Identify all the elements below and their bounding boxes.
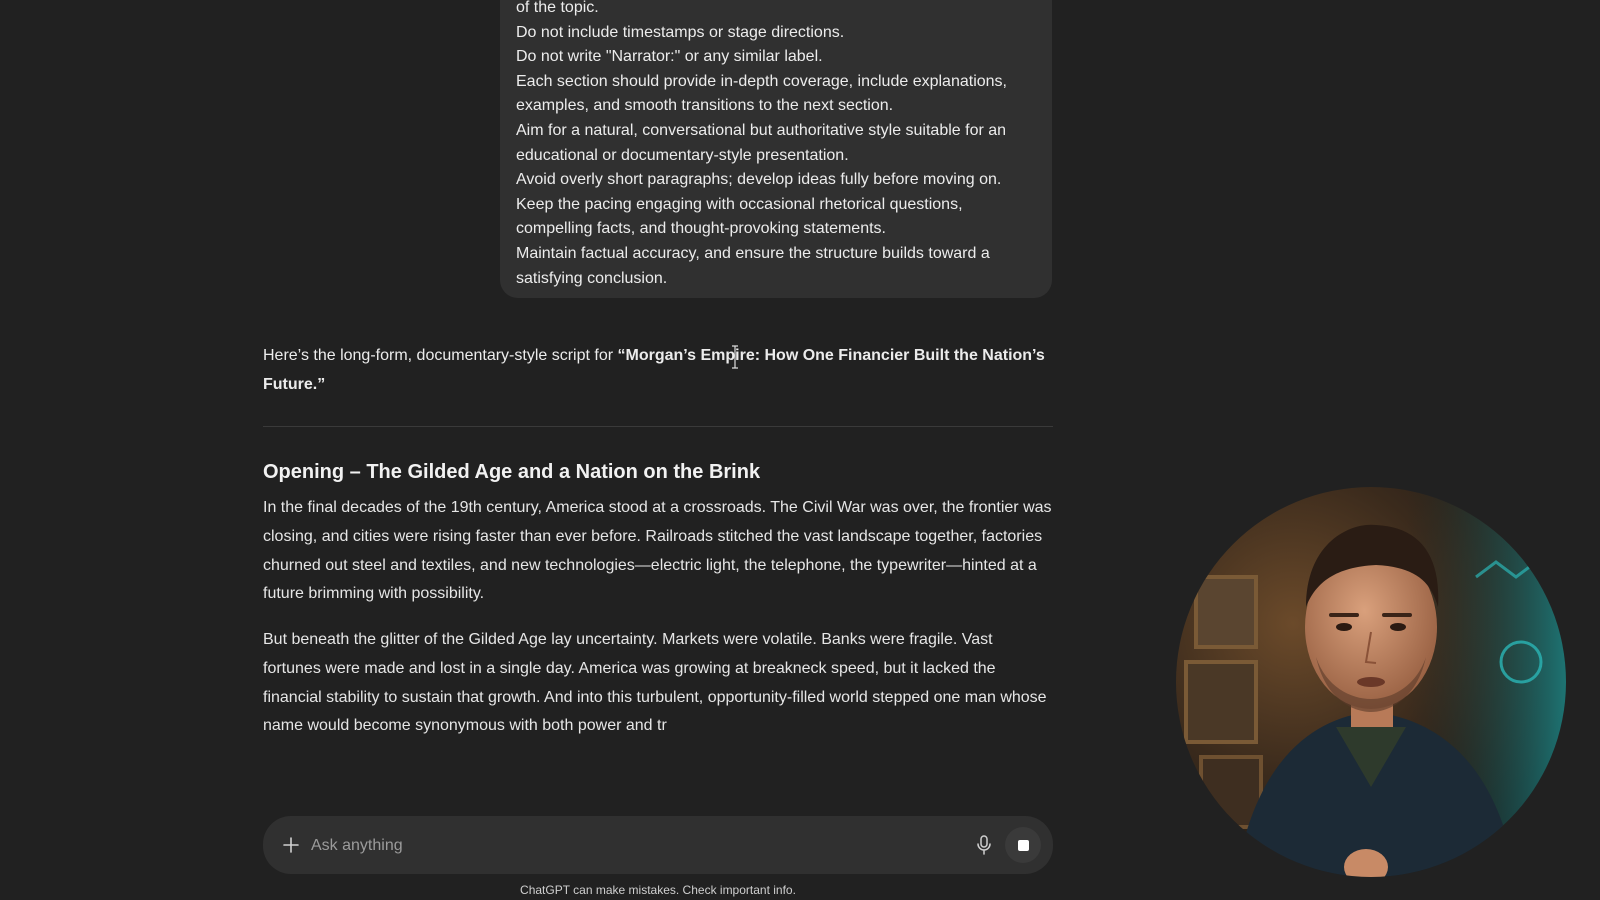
text-cursor-icon bbox=[732, 345, 738, 369]
user-message-line: examples, and smooth transitions to the … bbox=[516, 97, 894, 115]
intro-prefix: Here’s the long-form, documentary-style … bbox=[263, 347, 618, 364]
user-message-line: satisfying conclusion. bbox=[516, 269, 668, 287]
user-message-text: of the topic. Do not include timestamps o… bbox=[516, 0, 1036, 291]
section-heading: Opening – The Gilded Age and a Nation on… bbox=[263, 461, 761, 483]
user-message-bubble: of the topic. Do not include timestamps o… bbox=[500, 0, 1052, 298]
composer bbox=[263, 816, 1053, 874]
user-message-line: educational or documentary-style present… bbox=[516, 146, 849, 164]
user-message-line: of the topic. bbox=[516, 0, 599, 16]
user-message-line: Each section should provide in-depth cov… bbox=[516, 72, 1007, 90]
stop-generating-button[interactable] bbox=[1005, 827, 1041, 863]
paragraph-1: In the final decades of the 19th century… bbox=[263, 499, 1052, 603]
prompt-input[interactable] bbox=[309, 830, 913, 862]
section-divider bbox=[263, 426, 1053, 427]
user-message-line: Do not include timestamps or stage direc… bbox=[516, 23, 845, 41]
disclaimer-text: ChatGPT can make mistakes. Check importa… bbox=[520, 883, 796, 897]
user-message-line: Maintain factual accuracy, and ensure th… bbox=[516, 244, 990, 262]
chat-page: of the topic. Do not include timestamps o… bbox=[0, 0, 1600, 900]
user-message-line: Aim for a natural, conversational but au… bbox=[516, 121, 1007, 139]
user-message-line: Keep the pacing engaging with occasional… bbox=[516, 195, 963, 213]
presenter-video-frame bbox=[1176, 487, 1566, 877]
voice-input-button[interactable] bbox=[969, 830, 999, 860]
plus-icon bbox=[283, 837, 299, 853]
paragraph-2: But beneath the glitter of the Gilded Ag… bbox=[263, 631, 1047, 735]
stop-icon bbox=[1017, 839, 1029, 851]
user-message-line: Do not write "Narrator:" or any similar … bbox=[516, 48, 823, 66]
user-message-line: Avoid overly short paragraphs; develop i… bbox=[516, 171, 1002, 189]
webcam-overlay bbox=[1176, 487, 1566, 877]
microphone-icon bbox=[977, 835, 991, 855]
user-message-line: compelling facts, and thought-provoking … bbox=[516, 220, 886, 238]
assistant-intro: Here’s the long-form, documentary-style … bbox=[263, 342, 1053, 399]
add-attachment-button[interactable] bbox=[277, 831, 305, 859]
